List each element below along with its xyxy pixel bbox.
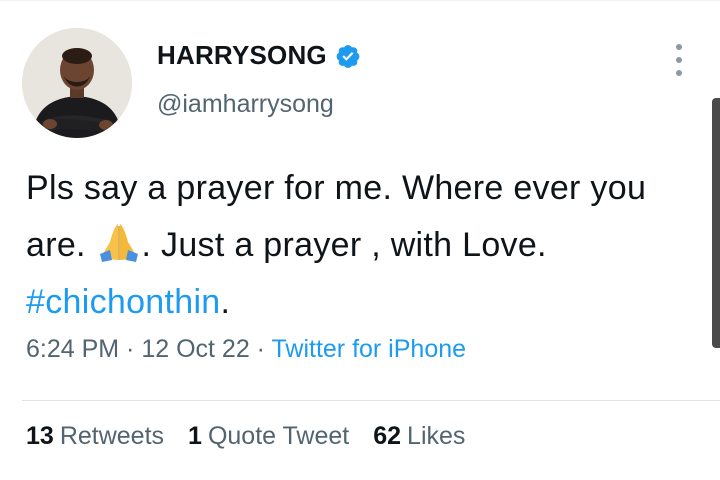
dot-icon (676, 57, 682, 63)
tweet-meta: 6:24 PM · 12 Oct 22 · Twitter for iPhone (26, 335, 466, 364)
retweets-count: 13 (26, 422, 54, 450)
dot-icon (676, 70, 682, 76)
quotes-label: Quote Tweet (207, 422, 350, 450)
quote-tweets-stat[interactable]: 1 Quote Tweet (188, 422, 349, 451)
verified-badge-icon (335, 43, 361, 69)
meta-separator: · (249, 335, 272, 363)
user-handle[interactable]: @iamharrysong (157, 90, 334, 119)
tweet-text: Pls say a prayer for me. Where ever you … (26, 160, 676, 331)
dot-icon (676, 44, 682, 50)
folded-hands-icon (96, 222, 142, 262)
retweets-stat[interactable]: 13 Retweets (26, 422, 164, 451)
divider (22, 400, 720, 401)
tweet-time[interactable]: 6:24 PM (26, 335, 119, 363)
likes-label: Likes (407, 422, 466, 450)
source-link[interactable]: Twitter for iPhone (272, 335, 467, 363)
likes-stat[interactable]: 62 Likes (373, 422, 465, 451)
more-options-icon[interactable] (672, 44, 686, 76)
quotes-count: 1 (188, 422, 202, 450)
tweet-text-part: . (220, 283, 231, 321)
meta-separator: · (119, 335, 142, 363)
user-name-row[interactable]: HARRYSONG (157, 40, 361, 71)
scrollbar[interactable] (712, 98, 720, 348)
display-name[interactable]: HARRYSONG (157, 40, 327, 71)
tweet-text-part: . Just a prayer , with Love. (141, 226, 547, 264)
retweets-label: Retweets (59, 422, 165, 450)
avatar[interactable] (22, 28, 132, 138)
hashtag-link[interactable]: #chichonthin (26, 283, 221, 321)
tweet-stats: 13 Retweets 1 Quote Tweet 62 Likes (26, 422, 489, 451)
likes-count: 62 (373, 422, 402, 450)
top-divider (0, 0, 720, 1)
tweet-date[interactable]: 12 Oct 22 (141, 335, 249, 363)
